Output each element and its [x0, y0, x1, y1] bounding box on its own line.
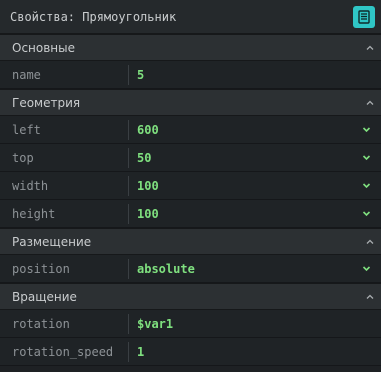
chevron-down-icon	[362, 209, 371, 218]
chevron-down-icon	[362, 264, 371, 273]
chevron-down-icon	[362, 153, 371, 162]
property-select-height[interactable]: 100	[137, 200, 381, 227]
property-row-top: top 50	[0, 144, 381, 172]
property-row-width: width 100	[0, 172, 381, 200]
property-input-name[interactable]: 5	[137, 61, 381, 88]
property-value: $var1	[137, 316, 174, 331]
property-label: rotation	[12, 316, 70, 331]
section-title: Основные	[12, 40, 76, 55]
chevron-down-icon	[362, 125, 371, 134]
row-divider	[128, 203, 129, 224]
property-label: position	[12, 261, 70, 276]
collapse-caret-icon	[365, 43, 375, 53]
property-row-height: height 100	[0, 200, 381, 228]
row-divider	[128, 175, 129, 196]
section-header-placement[interactable]: Размещение	[0, 228, 381, 255]
property-row-left: left 600	[0, 116, 381, 144]
section-header-rotation[interactable]: Вращение	[0, 283, 381, 310]
panel-title-bar: Свойства: Прямоугольник	[0, 0, 381, 34]
property-value: 100	[137, 206, 159, 221]
row-divider	[128, 258, 129, 279]
property-select-width[interactable]: 100	[137, 172, 381, 199]
property-row-position: position absolute	[0, 255, 381, 283]
section-title: Геометрия	[12, 95, 81, 110]
collapse-caret-icon	[365, 292, 375, 302]
property-value: 5	[137, 67, 145, 82]
property-label: rotation_speed	[12, 344, 114, 359]
section-header-basic[interactable]: Основные	[0, 34, 381, 61]
panel-title: Свойства: Прямоугольник	[10, 9, 177, 24]
row-divider	[128, 313, 129, 334]
property-value: 1	[137, 344, 145, 359]
row-divider	[128, 119, 129, 140]
property-label: height	[12, 206, 56, 221]
row-divider	[128, 341, 129, 362]
chevron-down-icon	[362, 181, 371, 190]
section-header-geometry[interactable]: Геометрия	[0, 89, 381, 116]
property-value: 100	[137, 178, 159, 193]
property-input-rotation[interactable]: $var1	[137, 310, 381, 337]
property-label: name	[12, 67, 41, 82]
property-label: top	[12, 150, 34, 165]
property-input-rotation-speed[interactable]: 1	[137, 338, 381, 365]
property-value: 600	[137, 122, 159, 137]
panel-menu-button[interactable]	[353, 5, 375, 28]
property-row-name: name 5	[0, 61, 381, 89]
property-select-top[interactable]: 50	[137, 144, 381, 171]
property-select-position[interactable]: absolute	[137, 255, 381, 282]
properties-panel: Свойства: Прямоугольник Основные name 5 …	[0, 0, 381, 372]
collapse-caret-icon	[365, 98, 375, 108]
list-document-icon	[358, 9, 370, 24]
row-divider	[128, 147, 129, 168]
section-title: Размещение	[12, 234, 92, 249]
property-label: width	[12, 178, 49, 193]
section-title: Вращение	[12, 289, 77, 304]
property-label: left	[12, 122, 41, 137]
property-select-left[interactable]: 600	[137, 116, 381, 143]
property-value: 50	[137, 150, 152, 165]
row-divider	[128, 64, 129, 85]
property-row-rotation-speed: rotation_speed 1	[0, 338, 381, 366]
collapse-caret-icon	[365, 237, 375, 247]
property-row-rotation: rotation $var1	[0, 310, 381, 338]
property-value: absolute	[137, 261, 195, 276]
